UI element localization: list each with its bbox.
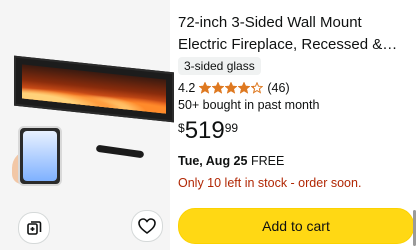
- delivery-free: FREE: [250, 154, 285, 168]
- star-icon: [212, 82, 225, 94]
- rating-stars: [199, 82, 264, 94]
- price-whole: 519: [184, 117, 225, 144]
- rating-value: 4.2: [178, 81, 196, 95]
- bought-text: 50+ bought in past month: [178, 98, 320, 112]
- favorite-button[interactable]: [131, 210, 163, 242]
- reviews-count: (46): [267, 81, 290, 95]
- star-icon: [251, 82, 264, 94]
- product-details: 72-inch 3-Sided Wall Mount Electric Fire…: [178, 0, 414, 250]
- star-icon: [238, 82, 251, 94]
- price-fraction: 99: [224, 121, 239, 135]
- phone-image: [18, 126, 62, 186]
- fireplace-image: [14, 55, 174, 123]
- scrollbar[interactable]: [413, 210, 416, 246]
- delivery-info: Tue, Aug 25 FREE: [178, 154, 284, 168]
- add-to-cart-button[interactable]: Add to cart: [178, 208, 414, 244]
- phone-screen: [23, 131, 57, 181]
- product-title[interactable]: 72-inch 3-Sided Wall Mount Electric Fire…: [178, 12, 410, 56]
- price: $ 519 99: [178, 118, 238, 144]
- variant-badge[interactable]: 3-sided glass: [178, 57, 261, 75]
- heart-outline-icon: [138, 218, 156, 234]
- compare-icon: [27, 221, 42, 235]
- star-icon: [225, 82, 238, 94]
- price-currency: $: [178, 121, 185, 135]
- remote-image: [95, 144, 145, 159]
- delivery-date: Tue, Aug 25: [178, 154, 248, 168]
- rating-row[interactable]: 4.2 (46): [178, 80, 290, 96]
- star-icon: [199, 82, 212, 94]
- stock-warning: Only 10 left in stock - order soon.: [178, 176, 362, 190]
- compare-button[interactable]: [18, 212, 50, 244]
